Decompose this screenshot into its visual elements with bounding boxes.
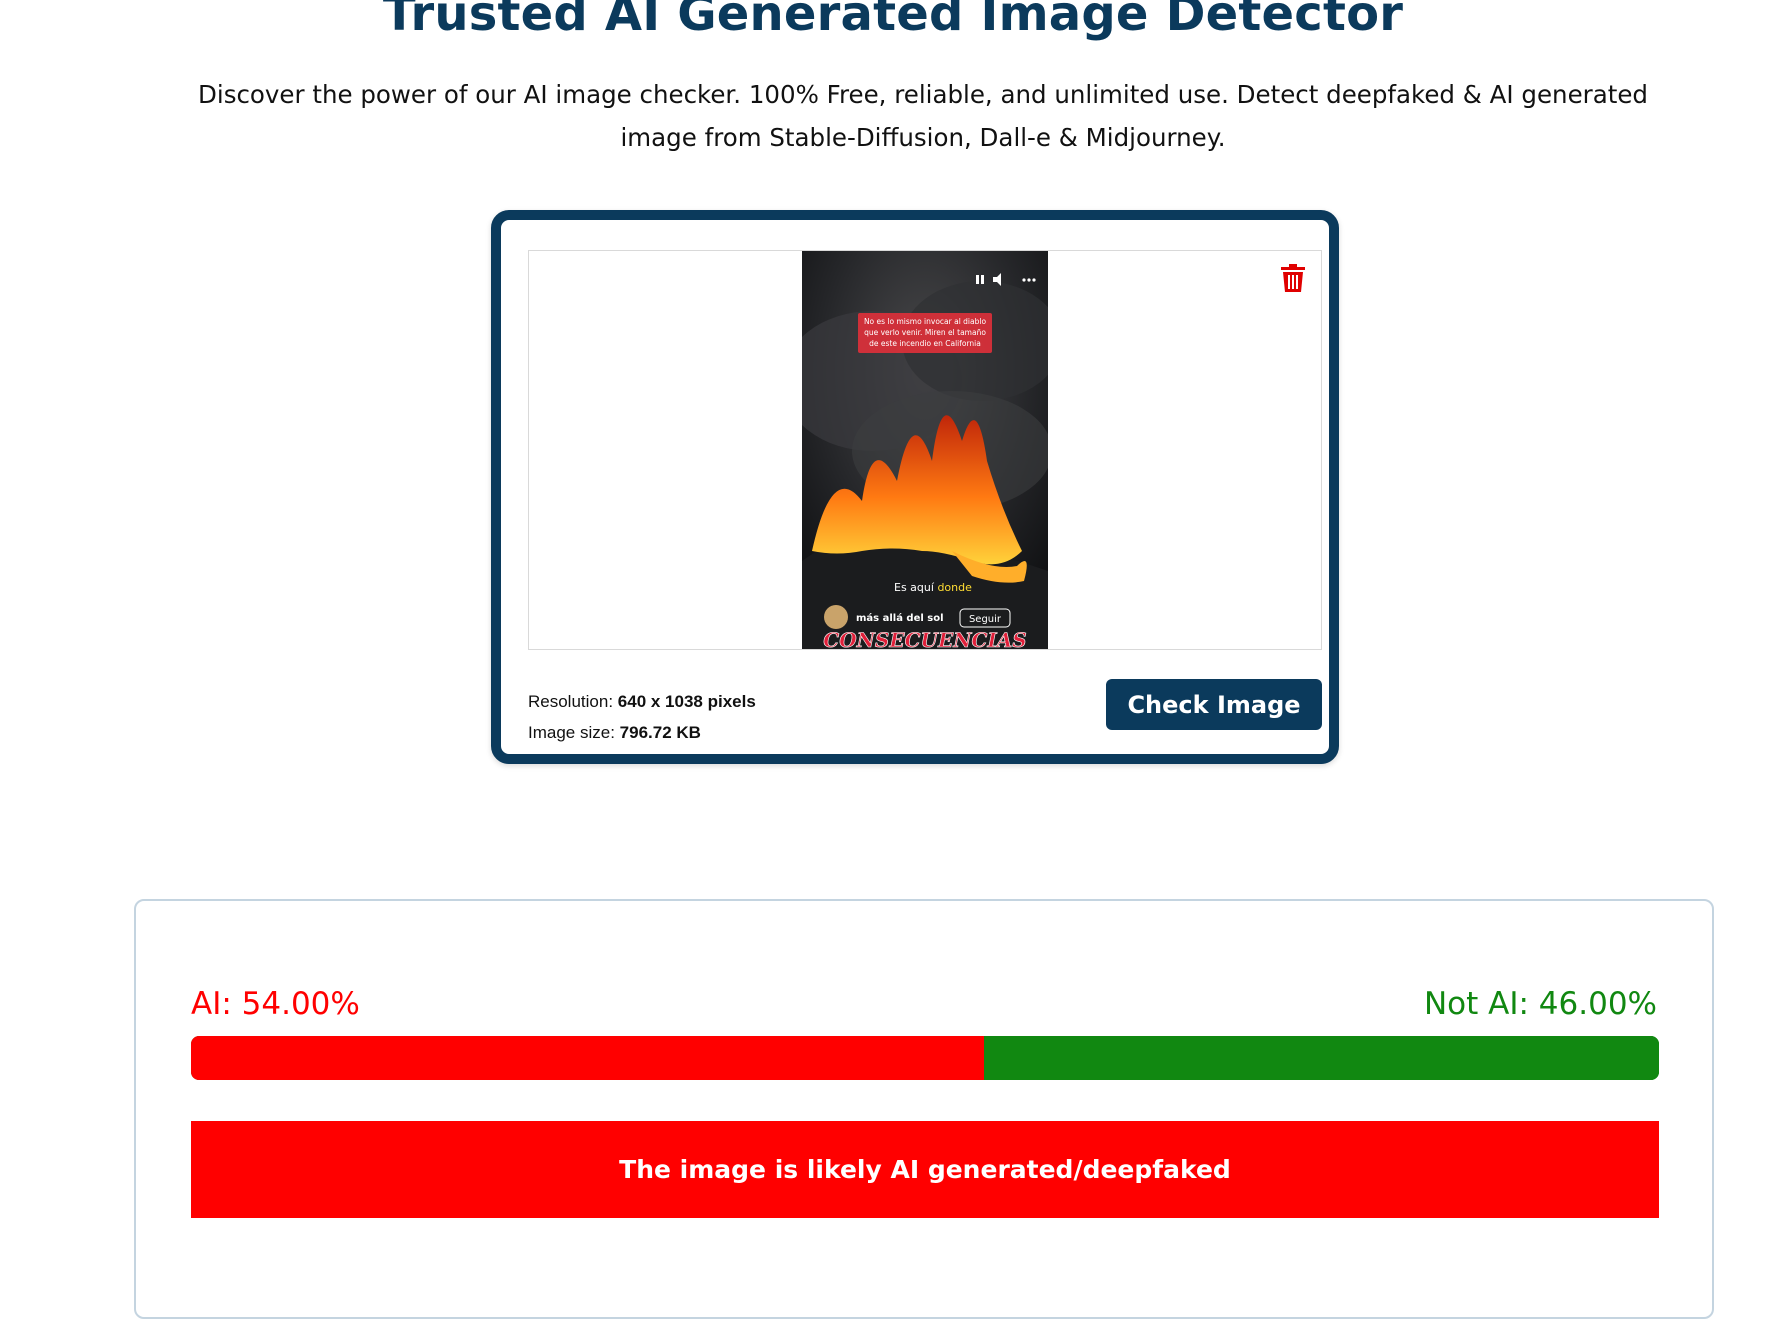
ai-score-label: AI: 54.00% <box>191 986 360 1022</box>
resolution-label: Resolution: <box>528 692 614 711</box>
image-size-row: Image size: 796.72 KB <box>528 717 756 748</box>
resolution-value: 640 x 1038 pixels <box>617 692 756 711</box>
svg-text:que verlo venir. Miren el tama: que verlo venir. Miren el tamaño <box>864 328 986 337</box>
resolution-row: Resolution: 640 x 1038 pixels <box>528 686 756 717</box>
svg-text:Seguir: Seguir <box>969 614 1002 625</box>
verdict-banner: The image is likely AI generated/deepfak… <box>191 1121 1659 1218</box>
image-preview-frame: No es lo mismo invocar al diablo que ver… <box>528 250 1322 650</box>
svg-text:No es lo mismo invocar al diab: No es lo mismo invocar al diablo <box>864 317 987 326</box>
svg-text:de este incendio en California: de este incendio en California <box>869 339 981 348</box>
image-size-value: 796.72 KB <box>619 723 701 742</box>
image-size-label: Image size: <box>528 723 615 742</box>
trash-icon[interactable] <box>1279 263 1307 293</box>
page-subtitle: Discover the power of our AI image check… <box>198 80 1648 152</box>
not-ai-score-fill <box>983 1036 1659 1080</box>
svg-text:más allá del sol: más allá del sol <box>856 612 944 624</box>
check-image-button[interactable]: Check Image <box>1106 679 1322 730</box>
result-card: AI: 54.00% Not AI: 46.00% The image is l… <box>134 899 1714 1319</box>
svg-text:Es aquí donde: Es aquí donde <box>894 581 972 594</box>
not-ai-score-label: Not AI: 46.00% <box>1423 986 1657 1022</box>
uploaded-image-thumbnail: No es lo mismo invocar al diablo que ver… <box>802 251 1048 649</box>
ai-score-fill <box>191 1036 984 1080</box>
page-title: Trusted AI Generated Image Detector <box>382 0 1404 42</box>
upload-card: No es lo mismo invocar al diablo que ver… <box>491 210 1339 764</box>
svg-text:CONSECUENCIAS: CONSECUENCIAS <box>823 628 1026 649</box>
score-progress-bar <box>191 1036 1659 1080</box>
image-metadata: Resolution: 640 x 1038 pixels Image size… <box>528 686 756 748</box>
